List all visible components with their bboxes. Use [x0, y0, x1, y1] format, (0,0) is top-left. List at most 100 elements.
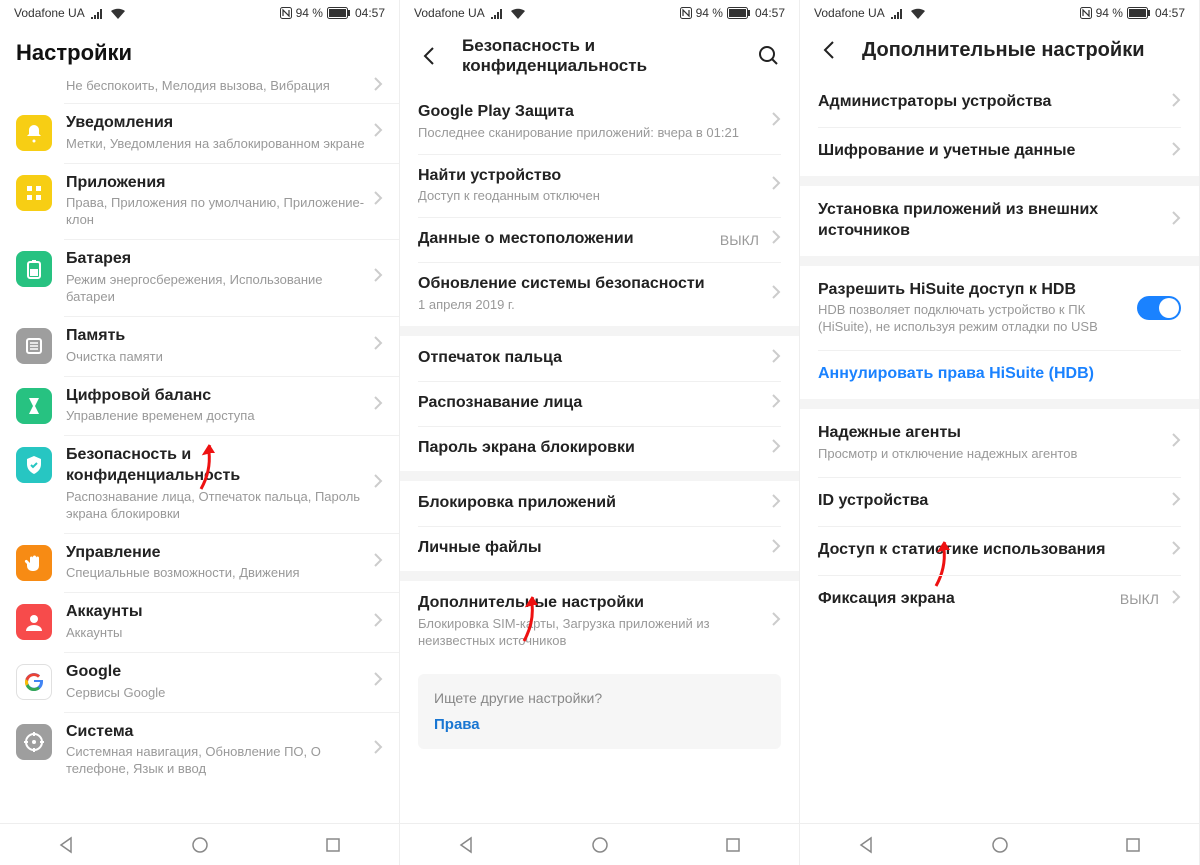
battery-icon	[1127, 7, 1151, 19]
status-bar: Vodafone UA 94 % 04:57	[400, 0, 799, 26]
row-title: Безопасность и конфиденциальность	[66, 445, 365, 487]
chevron-right-icon	[771, 229, 781, 250]
row-title: Фиксация экрана	[818, 589, 1120, 610]
battery-pct: 94 %	[1096, 6, 1123, 20]
battery-icon	[16, 251, 52, 287]
security-list[interactable]: Google Play ЗащитаПоследнее сканирование…	[400, 90, 799, 823]
row-title: Найти устройство	[418, 166, 763, 187]
settings-row[interactable]: Google Play ЗащитаПоследнее сканирование…	[400, 90, 799, 154]
row-subtitle: Доступ к геоданным отключен	[418, 188, 763, 205]
system-icon	[16, 724, 52, 760]
page-title: Настройки	[16, 40, 132, 66]
memory-icon	[16, 328, 52, 364]
shield-icon	[16, 447, 52, 483]
settings-row[interactable]: УведомленияМетки, Уведомления на заблоки…	[0, 103, 399, 163]
nav-recent[interactable]	[713, 831, 753, 859]
nav-recent[interactable]	[313, 831, 353, 859]
card-hint: Ищете другие настройки?	[434, 690, 765, 706]
nfc-icon	[680, 7, 692, 19]
clock: 04:57	[755, 6, 785, 20]
settings-row[interactable]: БатареяРежим энергосбережения, Использов…	[0, 239, 399, 316]
user-icon	[16, 604, 52, 640]
chevron-right-icon	[1171, 589, 1181, 610]
hand-icon	[16, 545, 52, 581]
nav-home[interactable]	[580, 831, 620, 859]
nav-home[interactable]	[180, 831, 220, 859]
settings-row[interactable]: Установка приложений из внешних источник…	[800, 186, 1199, 256]
settings-row[interactable]: Безопасность и конфиденциальностьРаспозн…	[0, 435, 399, 532]
settings-list[interactable]: Не беспокоить, Мелодия вызова, ВибрацияУ…	[0, 76, 399, 823]
nav-recent[interactable]	[1113, 831, 1153, 859]
row-title: Аккаунты	[66, 602, 365, 623]
chevron-right-icon	[771, 284, 781, 305]
row-subtitle: Блокировка SIM-карты, Загрузка приложени…	[418, 616, 763, 650]
settings-row[interactable]: Найти устройствоДоступ к геоданным отклю…	[400, 154, 799, 218]
settings-row[interactable]: Доступ к статистике использования	[800, 526, 1199, 575]
header: Безопасность и конфиденциальность	[400, 26, 799, 90]
settings-row[interactable]: Администраторы устройства	[800, 78, 1199, 127]
chevron-right-icon	[771, 175, 781, 196]
chevron-right-icon	[373, 395, 383, 416]
chevron-right-icon	[771, 438, 781, 459]
chevron-right-icon	[771, 611, 781, 632]
settings-row[interactable]: Фиксация экранаВЫКЛ	[800, 575, 1199, 624]
grid-icon	[16, 175, 52, 211]
additional-list[interactable]: Администраторы устройстваШифрование и уч…	[800, 78, 1199, 823]
settings-row[interactable]: Пароль экрана блокировки	[400, 426, 799, 471]
chevron-right-icon	[1171, 540, 1181, 561]
back-button[interactable]	[816, 36, 844, 64]
row-title: Google Play Защита	[418, 102, 763, 123]
nav-bar	[800, 823, 1199, 865]
settings-row[interactable]: АккаунтыАккаунты	[0, 592, 399, 652]
row-value: ВЫКЛ	[720, 232, 759, 248]
settings-row[interactable]: УправлениеСпециальные возможности, Движе…	[0, 533, 399, 593]
settings-row[interactable]: ID устройства	[800, 477, 1199, 526]
back-button[interactable]	[416, 42, 444, 70]
chevron-right-icon	[373, 267, 383, 288]
settings-row[interactable]: Распознавание лица	[400, 381, 799, 426]
card-link[interactable]: Права	[434, 716, 765, 733]
row-title: Управление	[66, 543, 365, 564]
chevron-right-icon	[373, 335, 383, 356]
carrier-label: Vodafone UA	[414, 6, 485, 20]
settings-row[interactable]: Дополнительные настройкиБлокировка SIM-к…	[400, 581, 799, 662]
row-title: Разрешить HiSuite доступ к HDB	[818, 280, 1137, 301]
nav-back[interactable]	[847, 831, 887, 859]
settings-row[interactable]: ПриложенияПрава, Приложения по умолчанию…	[0, 163, 399, 240]
settings-row[interactable]: Не беспокоить, Мелодия вызова, Вибрация	[0, 76, 399, 103]
chevron-right-icon	[771, 538, 781, 559]
row-subtitle: Управление временем доступа	[66, 408, 365, 425]
settings-row[interactable]: Разрешить HiSuite доступ к HDBHDB позвол…	[800, 266, 1199, 351]
settings-row[interactable]: Блокировка приложений	[400, 481, 799, 526]
settings-row[interactable]: Личные файлы	[400, 526, 799, 571]
carrier-label: Vodafone UA	[814, 6, 885, 20]
row-subtitle: Режим энергосбережения, Использование ба…	[66, 272, 365, 306]
settings-row[interactable]: ПамятьОчистка памяти	[0, 316, 399, 376]
battery-pct: 94 %	[696, 6, 723, 20]
settings-row[interactable]: GoogleСервисы Google	[0, 652, 399, 712]
header: Настройки	[0, 26, 399, 76]
search-button[interactable]	[755, 42, 783, 70]
nav-back[interactable]	[47, 831, 87, 859]
chevron-right-icon	[373, 473, 383, 494]
settings-row[interactable]: Цифровой балансУправление временем досту…	[0, 376, 399, 436]
settings-row[interactable]: Шифрование и учетные данные	[800, 127, 1199, 176]
chevron-right-icon	[771, 493, 781, 514]
settings-row[interactable]: Отпечаток пальца	[400, 336, 799, 381]
settings-row[interactable]: СистемаСистемная навигация, Обновление П…	[0, 712, 399, 789]
row-title: Google	[66, 662, 365, 683]
row-title: Надежные агенты	[818, 423, 1163, 444]
settings-row[interactable]: Данные о местоположенииВЫКЛ	[400, 217, 799, 262]
nav-back[interactable]	[447, 831, 487, 859]
chevron-right-icon	[1171, 491, 1181, 512]
chevron-right-icon	[771, 111, 781, 132]
chevron-right-icon	[771, 393, 781, 414]
row-subtitle: Метки, Уведомления на заблокированном эк…	[66, 136, 365, 153]
settings-row[interactable]: Аннулировать права HiSuite (HDB)	[800, 350, 1199, 399]
screen-additional: Vodafone UA 94 % 04:57 Дополнительные на…	[800, 0, 1200, 865]
settings-row[interactable]: Надежные агентыПросмотр и отключение над…	[800, 409, 1199, 477]
toggle-switch[interactable]	[1137, 296, 1181, 320]
nav-home[interactable]	[980, 831, 1020, 859]
settings-row[interactable]: Обновление системы безопасности1 апреля …	[400, 262, 799, 326]
row-title: Память	[66, 326, 365, 347]
